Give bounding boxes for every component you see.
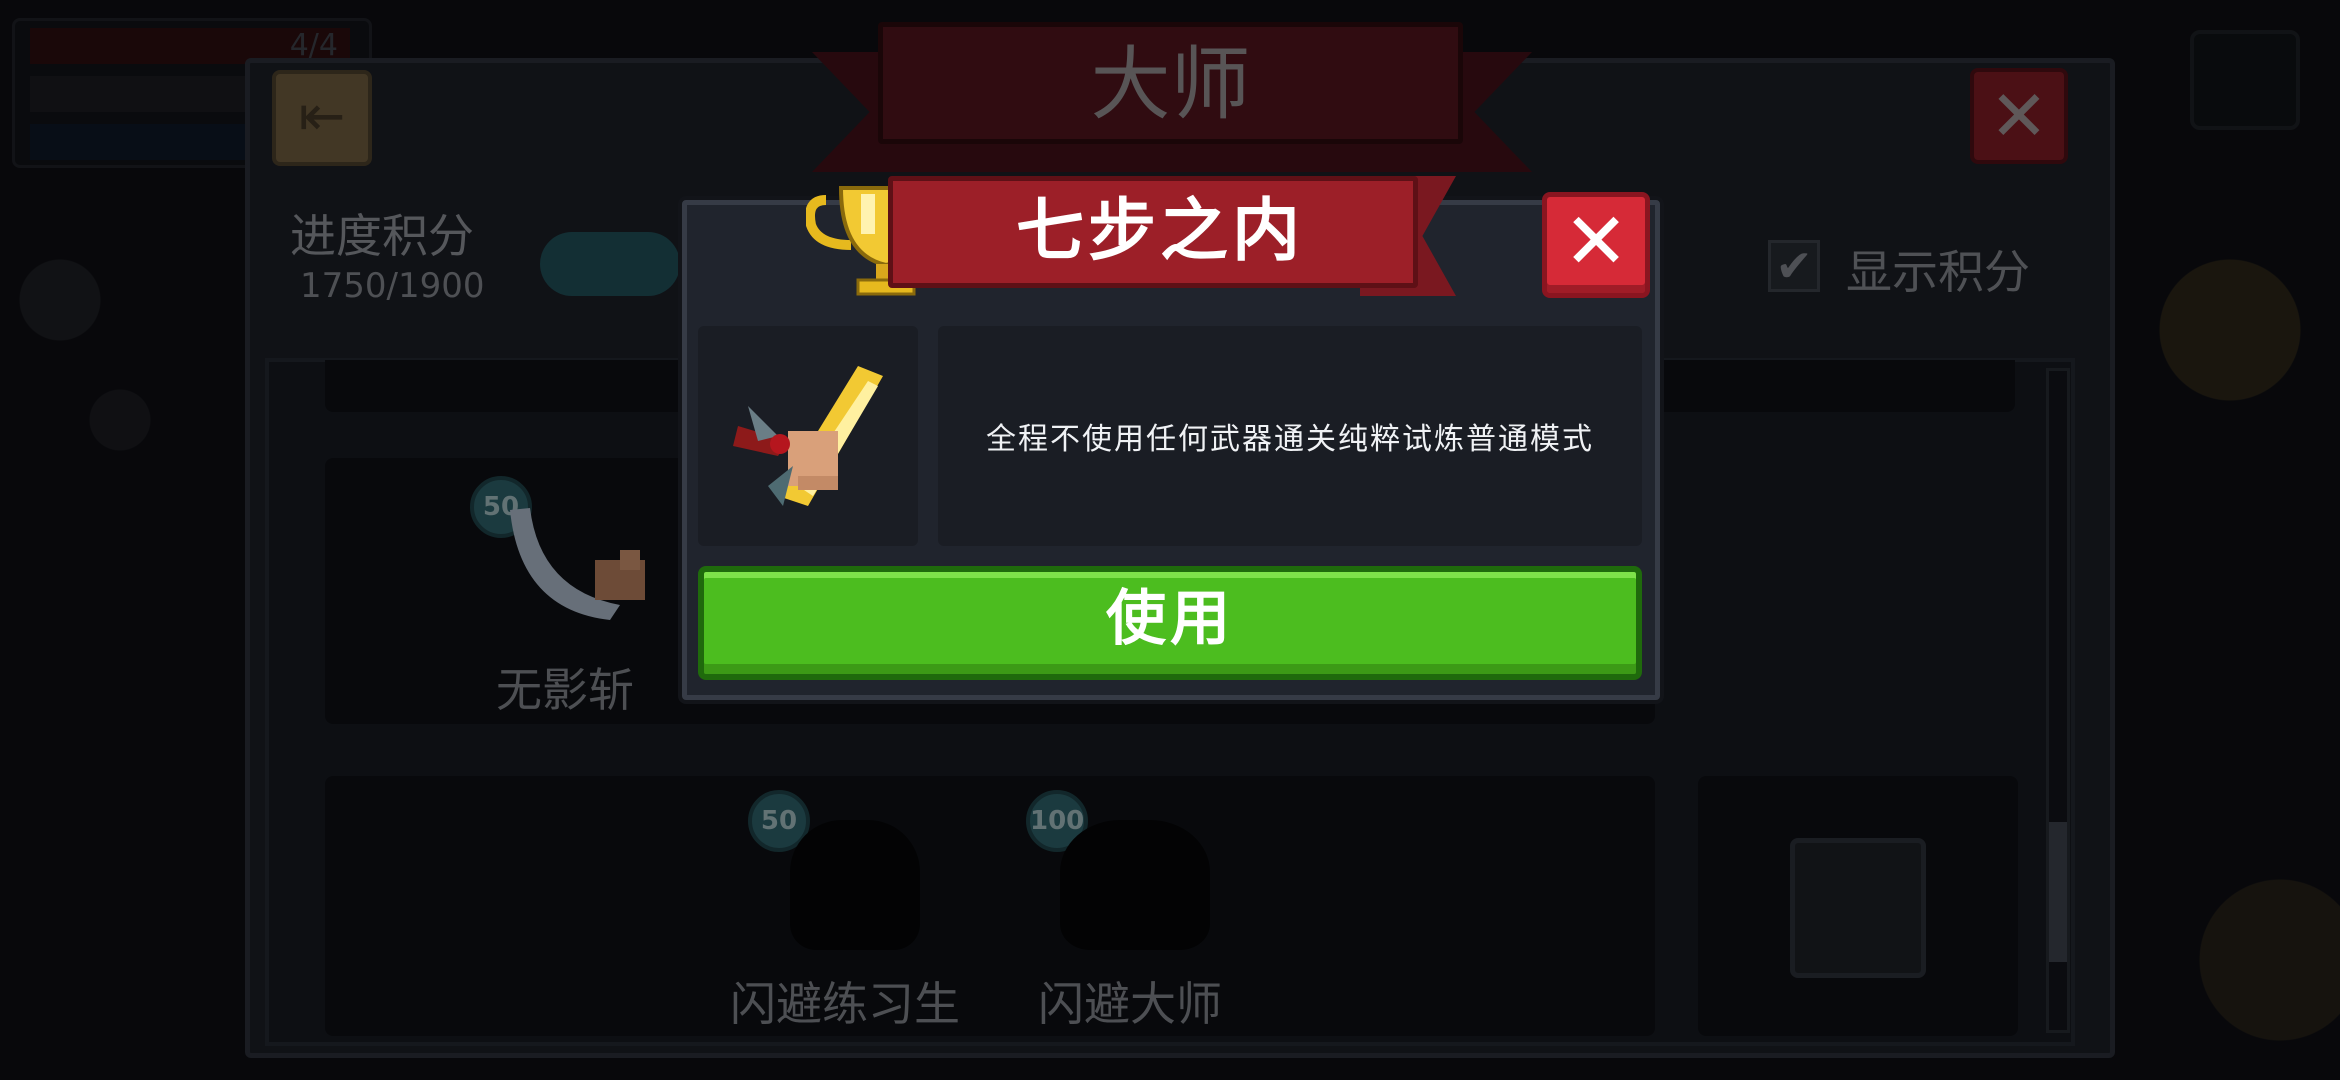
popup-title: 七步之内 <box>1015 192 1304 271</box>
achievement-description: 全程不使用任何武器通关纯粹试炼普通模式 <box>986 422 1594 457</box>
close-icon[interactable]: ✕ <box>1542 192 1650 292</box>
fist-slash-icon <box>733 366 883 506</box>
use-button-label[interactable]: 使用 <box>698 566 1642 672</box>
